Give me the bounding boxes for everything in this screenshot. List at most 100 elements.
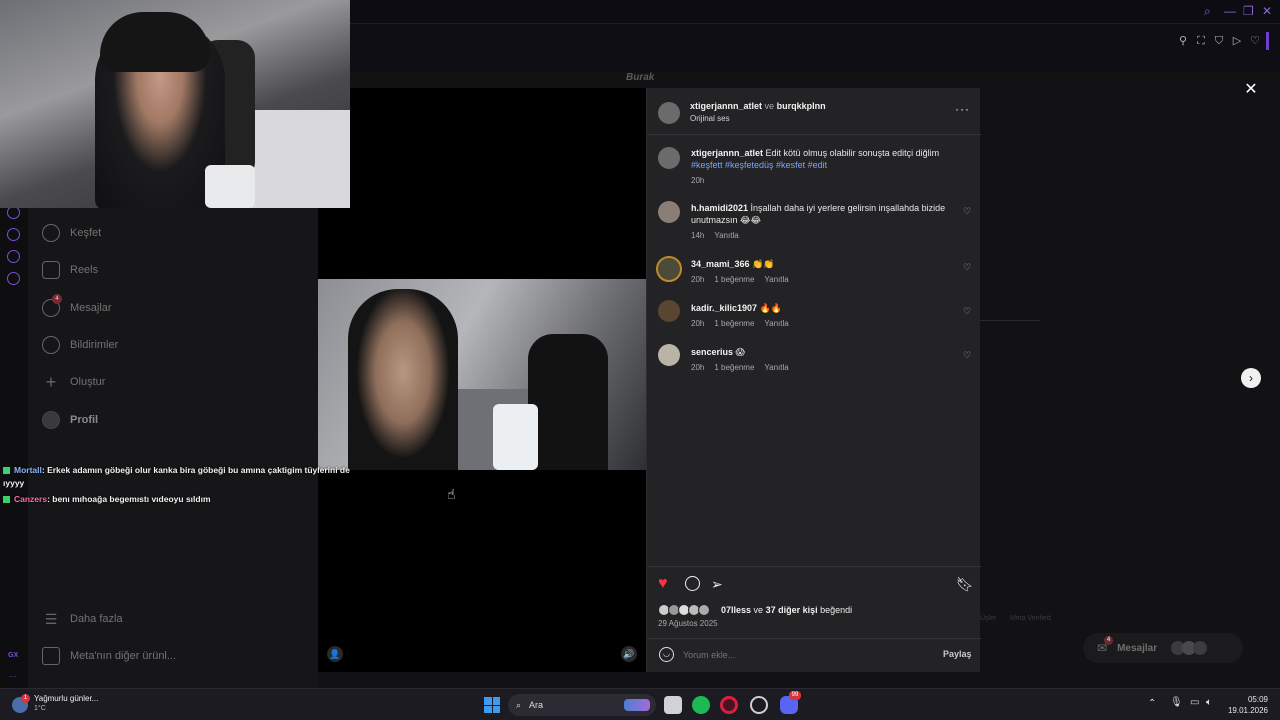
like-count[interactable]: 1 beğenme bbox=[714, 318, 754, 330]
play-icon[interactable]: ▷ bbox=[1230, 34, 1244, 48]
user-tag-icon[interactable]: 👤 bbox=[327, 646, 343, 662]
post-comment-button[interactable]: Paylaş bbox=[943, 649, 972, 659]
like-count[interactable]: 1 beğenme bbox=[714, 274, 754, 286]
sidebar-item-label: Bildirimler bbox=[70, 339, 119, 351]
post-author[interactable]: xtigerjannn_atlet bbox=[690, 101, 762, 111]
more-icon[interactable]: ··· bbox=[9, 672, 17, 681]
volume-icon[interactable]: 🔊 bbox=[621, 646, 637, 662]
chair-shape bbox=[528, 334, 608, 470]
comment-meta: 20h 1 beğenme Yanıtla bbox=[691, 274, 953, 286]
watermark-text: Burak bbox=[626, 72, 655, 83]
liker-name[interactable]: 07lless bbox=[721, 605, 751, 615]
speaker-icon[interactable]: 🔈︎ bbox=[1206, 697, 1212, 708]
audio-label[interactable]: Orijinal ses bbox=[690, 114, 826, 123]
messages-widget[interactable]: ✉ 4 Mesajlar bbox=[1083, 633, 1243, 663]
hand-cursor-icon: ☝ bbox=[447, 486, 456, 502]
search-icon[interactable]: ⌕ bbox=[1204, 4, 1211, 19]
sidebar-item-notifications[interactable]: Bildirimler bbox=[42, 333, 118, 357]
pin-icon[interactable]: ⚲ bbox=[1176, 34, 1190, 48]
reply-button[interactable]: Yanıtla bbox=[714, 230, 738, 242]
comment-author[interactable]: kadir._kilic1907 bbox=[691, 303, 757, 313]
steam-icon[interactable] bbox=[750, 696, 768, 714]
comment-icon[interactable] bbox=[685, 576, 700, 591]
avatar[interactable] bbox=[656, 256, 682, 282]
close-icon[interactable]: ✕ bbox=[1243, 82, 1259, 98]
chat-badge-icon bbox=[3, 467, 10, 475]
like-comment-icon[interactable]: ♡ bbox=[963, 207, 972, 216]
taskbar-search[interactable]: ⌕ Ara bbox=[508, 694, 656, 716]
discord-icon[interactable]: 99 bbox=[780, 691, 801, 714]
avatar[interactable] bbox=[658, 102, 680, 124]
like-count[interactable]: 1 beğenme bbox=[714, 362, 754, 374]
chat-message: Mortall: Erkek adamın göbeği olur kanka … bbox=[3, 464, 363, 490]
comment-meta: 20h 1 beğenme Yanıtla bbox=[691, 362, 953, 374]
notification-badge: 1 bbox=[21, 694, 30, 703]
heart-icon[interactable]: ♡ bbox=[1248, 34, 1262, 48]
clock-date[interactable]: 19.01.2026 bbox=[1222, 706, 1268, 715]
others-count[interactable]: 37 diğer kişi bbox=[766, 605, 818, 615]
like-heart-icon[interactable]: ♥ bbox=[658, 576, 674, 592]
sidebar-item-label: Keşfet bbox=[70, 227, 102, 239]
history-icon[interactable] bbox=[7, 228, 20, 241]
spotify-icon[interactable] bbox=[692, 696, 710, 714]
bed-shape bbox=[250, 110, 350, 208]
file-explorer-icon[interactable] bbox=[664, 696, 682, 714]
reply-button[interactable]: Yanıtla bbox=[764, 318, 788, 330]
extensions-icon[interactable] bbox=[7, 250, 20, 263]
sidebar-item-explore[interactable]: Keşfet bbox=[42, 221, 101, 245]
more-menu-button[interactable]: ☰ Daha fazla bbox=[42, 607, 123, 631]
post-coauthor[interactable]: burqkkplnn bbox=[777, 101, 826, 111]
chat-text: : Erkek adamın göbeği olur kanka bira gö… bbox=[3, 465, 350, 488]
bookmark-icon[interactable]: 🔖︎ bbox=[956, 576, 974, 592]
avatar[interactable] bbox=[658, 344, 680, 366]
sidebar-item-profile[interactable]: Profil bbox=[42, 408, 98, 432]
weather-icon[interactable]: 1 bbox=[12, 694, 30, 713]
avatar[interactable] bbox=[658, 201, 680, 223]
microphone-shape bbox=[205, 165, 255, 208]
comment-author[interactable]: sencerius bbox=[691, 347, 733, 357]
more-horizontal-icon[interactable]: ··· bbox=[955, 102, 970, 116]
sidebar-item-messages[interactable]: 4 Mesajlar bbox=[42, 294, 112, 320]
more-label: Daha fazla bbox=[70, 613, 123, 625]
meta-icon bbox=[42, 647, 60, 665]
like-comment-icon[interactable]: ♡ bbox=[963, 263, 972, 272]
comment-input[interactable] bbox=[683, 647, 933, 663]
plus-icon: + bbox=[45, 371, 57, 392]
like-comment-icon[interactable]: ♡ bbox=[963, 351, 972, 360]
display-icon[interactable]: ▭ bbox=[1190, 697, 1199, 708]
divider bbox=[647, 566, 981, 567]
emoji-icon[interactable]: ◡ bbox=[659, 647, 674, 662]
likes-summary[interactable]: 07lless ve 37 diğer kişi beğendi bbox=[721, 605, 852, 615]
comment-author[interactable]: 34_mami_366 bbox=[691, 259, 750, 269]
post-details-panel: xtigerjannn_atlet ve burqkkplnn Orijinal… bbox=[646, 88, 981, 672]
restore-icon[interactable]: ❐ bbox=[1243, 4, 1254, 18]
weather-title[interactable]: Yağmurlu günler... bbox=[34, 694, 98, 703]
chevron-up-icon[interactable]: ⌃ bbox=[1148, 698, 1156, 709]
caption-author[interactable]: xtigerjannn_atlet bbox=[691, 148, 763, 158]
sidebar-item-reels[interactable]: Reels bbox=[42, 258, 98, 282]
settings-icon[interactable] bbox=[7, 272, 20, 285]
share-icon[interactable]: ➢ bbox=[711, 576, 727, 592]
screenshot-icon[interactable]: ⛶ bbox=[1194, 34, 1208, 48]
opera-gx-icon[interactable] bbox=[720, 696, 738, 714]
avatar[interactable] bbox=[658, 300, 680, 322]
clock-time[interactable]: 05:09 bbox=[1226, 695, 1268, 704]
sidebar-item-create[interactable]: + Oluştur bbox=[42, 370, 106, 394]
comment: sencerius 😱 20h 1 beğenme Yanıtla bbox=[691, 346, 953, 374]
shield-icon[interactable]: ⛉ bbox=[1212, 34, 1226, 48]
chevron-right-icon[interactable]: › bbox=[1241, 368, 1261, 388]
meta-products-button[interactable]: Meta'nın diğer ürünl... bbox=[42, 644, 176, 668]
timestamp: 20h bbox=[691, 319, 705, 328]
reply-button[interactable]: Yanıtla bbox=[764, 362, 788, 374]
avatar bbox=[698, 604, 710, 616]
avatar[interactable] bbox=[658, 147, 680, 169]
close-window-icon[interactable]: ✕ bbox=[1262, 4, 1272, 18]
microphone-icon[interactable]: 🎙︎ bbox=[1170, 697, 1183, 708]
minimize-icon[interactable]: — bbox=[1224, 4, 1236, 18]
caption-hashtags[interactable]: #keşfett #keşfetedüş #kesfet #edit bbox=[691, 159, 953, 171]
reply-button[interactable]: Yanıtla bbox=[764, 274, 788, 286]
comment-author[interactable]: h.hamidi2021 bbox=[691, 203, 748, 213]
windows-start-icon[interactable] bbox=[484, 697, 500, 713]
like-comment-icon[interactable]: ♡ bbox=[963, 307, 972, 316]
sidebar-toggle[interactable] bbox=[1266, 32, 1269, 50]
